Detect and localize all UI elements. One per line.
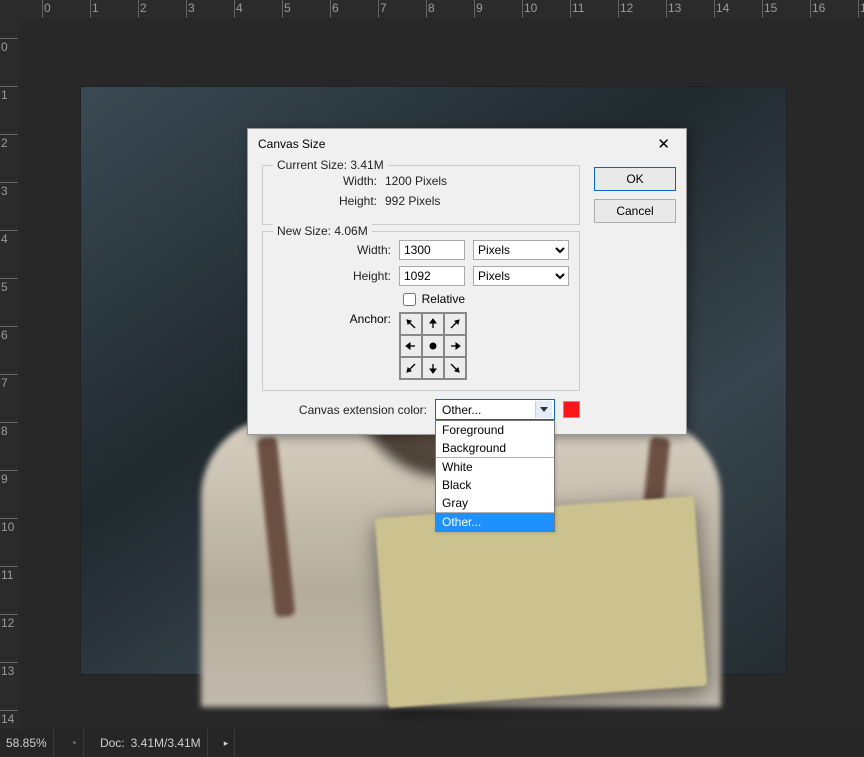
cancel-button[interactable]: Cancel [594, 199, 676, 223]
workspace: 01234567891011121314151617 0123456789101… [0, 0, 864, 757]
current-height-label: Height: [297, 194, 377, 208]
anchor-ne[interactable] [444, 313, 466, 335]
zoom-level[interactable]: 58.85% [0, 729, 54, 757]
canvas-size-dialog: Canvas Size ✕ Current Size: 3.41M Width:… [247, 128, 687, 435]
ok-button[interactable]: OK [594, 167, 676, 191]
anchor-e[interactable] [444, 335, 466, 357]
close-icon[interactable]: ✕ [651, 133, 676, 155]
extension-color-value: Other... [442, 403, 481, 417]
width-input[interactable] [399, 240, 465, 260]
status-expand-icon[interactable] [218, 729, 236, 757]
status-bar: 58.85% ◔ Doc: 3.41M/3.41M [0, 729, 864, 757]
dialog-title: Canvas Size [258, 137, 325, 151]
height-label: Height: [311, 269, 391, 283]
width-unit-select[interactable]: Pixels [473, 240, 569, 260]
anchor-se[interactable] [444, 357, 466, 379]
anchor-sw[interactable] [400, 357, 422, 379]
option-background[interactable]: Background [436, 439, 554, 457]
anchor-n[interactable] [422, 313, 444, 335]
option-white[interactable]: White [436, 458, 554, 476]
option-foreground[interactable]: Foreground [436, 421, 554, 439]
chevron-down-icon [535, 401, 552, 418]
option-gray[interactable]: Gray [436, 494, 554, 512]
ruler-horizontal[interactable]: 01234567891011121314151617 [18, 0, 864, 18]
height-input[interactable] [399, 266, 465, 286]
dialog-titlebar[interactable]: Canvas Size ✕ [248, 129, 686, 159]
anchor-w[interactable] [400, 335, 422, 357]
current-size-group: Current Size: 3.41M Width: 1200 Pixels H… [262, 165, 580, 225]
doc-size[interactable]: Doc: 3.41M/3.41M [94, 729, 208, 757]
status-unknown-icon[interactable]: ◔ [64, 729, 84, 757]
relative-label: Relative [422, 292, 465, 306]
new-size-group: New Size: 4.06M Width: Pixels Height: Pi… [262, 231, 580, 391]
current-height-value: 992 Pixels [385, 194, 465, 208]
option-other[interactable]: Other... [436, 513, 554, 531]
extension-color-dropdown: Foreground Background White Black Gray O… [435, 420, 555, 532]
current-width-value: 1200 Pixels [385, 174, 465, 188]
extension-color-swatch[interactable] [563, 401, 580, 418]
extension-color-label: Canvas extension color: [299, 403, 427, 417]
height-unit-select[interactable]: Pixels [473, 266, 569, 286]
dialog-body: Current Size: 3.41M Width: 1200 Pixels H… [248, 159, 686, 434]
width-label: Width: [311, 243, 391, 257]
relative-checkbox[interactable] [403, 293, 416, 306]
current-size-legend: Current Size: 3.41M [273, 158, 388, 172]
anchor-nw[interactable] [400, 313, 422, 335]
extension-color-select[interactable]: Other... [435, 399, 555, 420]
current-width-label: Width: [297, 174, 377, 188]
doc-value: 3.41M/3.41M [131, 736, 201, 750]
zoom-level-value: 58.85% [6, 736, 47, 750]
anchor-center[interactable] [422, 335, 444, 357]
anchor-label: Anchor: [350, 312, 391, 326]
anchor-s[interactable] [422, 357, 444, 379]
option-black[interactable]: Black [436, 476, 554, 494]
ruler-corner [0, 0, 18, 18]
ruler-vertical[interactable]: 01234567891011121314 [0, 18, 18, 729]
new-size-legend: New Size: 4.06M [273, 224, 372, 238]
doc-label: Doc: [100, 736, 125, 750]
anchor-grid [399, 312, 467, 380]
